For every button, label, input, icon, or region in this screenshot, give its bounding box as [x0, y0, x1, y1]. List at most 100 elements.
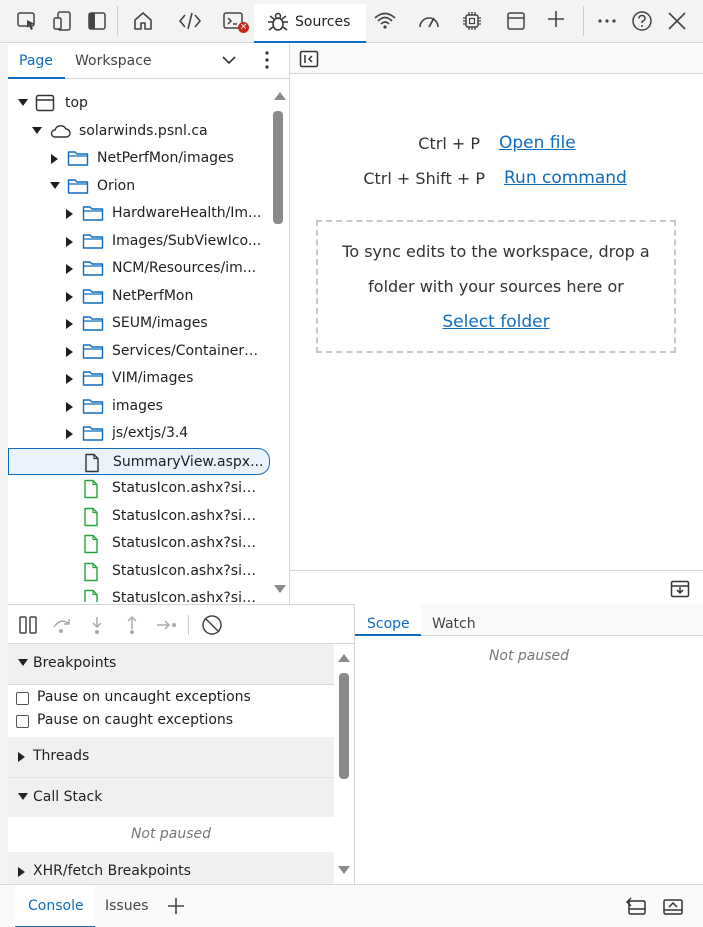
collapsed-arrow-icon[interactable]: [66, 209, 73, 219]
checkbox-label: Pause on caught exceptions: [37, 712, 234, 728]
tab-console[interactable]: Console: [15, 885, 95, 927]
tree-file[interactable]: StatusIcon.ashx?size...: [8, 530, 270, 557]
close-icon[interactable]: [664, 8, 690, 34]
call-stack-status: Not paused: [130, 826, 212, 842]
collapsed-arrow-icon[interactable]: [66, 264, 73, 274]
pause-icon[interactable]: [16, 613, 40, 637]
tree-node[interactable]: images: [8, 393, 270, 420]
collapsed-arrow-icon[interactable]: [66, 236, 73, 247]
tree-file[interactable]: SummaryView.aspx...: [8, 447, 270, 475]
tree-file[interactable]: StatusIcon.ashx?size...: [8, 475, 270, 502]
tree-node[interactable]: solarwinds.psnl.ca: [8, 118, 270, 145]
tree-file[interactable]: StatusIcon.ashx?size...: [8, 558, 270, 585]
tree-file[interactable]: StatusIcon.ashx?size...: [8, 585, 270, 602]
breakpoints-section-header[interactable]: Breakpoints: [8, 644, 334, 684]
xhr-breakpoints-title: XHR/fetch Breakpoints: [33, 863, 191, 879]
tree-node[interactable]: NCM/Resources/im...: [8, 255, 270, 282]
navigator-tabbar: Page Workspace: [8, 44, 289, 79]
more-vertical-icon[interactable]: [258, 50, 276, 70]
home-icon[interactable]: [130, 8, 156, 34]
tree-node[interactable]: top: [8, 90, 270, 117]
add-drawer-tab-icon[interactable]: [166, 896, 186, 916]
network-icon[interactable]: [372, 8, 398, 34]
scroll-down-icon[interactable]: [274, 585, 286, 593]
tree-node[interactable]: VIM/images: [8, 365, 270, 392]
call-stack-section-header[interactable]: Call Stack: [8, 777, 334, 817]
tree-scrollbar[interactable]: [270, 80, 288, 602]
tree-node[interactable]: NetPerfMon/images: [8, 145, 270, 172]
scroll-thumb[interactable]: [273, 111, 283, 224]
workspace-drop-zone[interactable]: To sync edits to the workspace, drop a f…: [316, 220, 676, 353]
run-command-link[interactable]: Run command: [504, 168, 627, 188]
folder-icon: [82, 397, 104, 415]
application-icon[interactable]: [503, 8, 529, 34]
pause-caught-checkbox[interactable]: Pause on caught exceptions: [8, 710, 334, 733]
collapsed-arrow-icon[interactable]: [66, 346, 73, 357]
tab-sources[interactable]: Sources: [254, 4, 366, 43]
collapsed-arrow-icon[interactable]: [66, 374, 73, 384]
tree-node-label: js/extjs/3.4: [112, 425, 189, 441]
inspect-element-icon[interactable]: [14, 8, 40, 34]
step-icon[interactable]: [155, 613, 179, 637]
tree-node[interactable]: Orion: [8, 173, 270, 200]
expanded-arrow-icon[interactable]: [50, 181, 60, 189]
elements-icon[interactable]: [177, 8, 203, 34]
scroll-up-icon[interactable]: [338, 654, 350, 662]
close-drawer-icon[interactable]: [662, 897, 684, 917]
scroll-down-icon[interactable]: [338, 866, 350, 874]
show-navigator-icon[interactable]: [299, 50, 319, 68]
debugger-scrollbar[interactable]: [334, 645, 354, 884]
collapsed-arrow-icon[interactable]: [66, 401, 73, 412]
tree-node[interactable]: Services/Containers...: [8, 338, 270, 365]
toggle-debugger-icon[interactable]: [670, 580, 690, 598]
folder-icon: [82, 342, 104, 360]
file-green-icon: [82, 479, 100, 499]
performance-icon[interactable]: [416, 8, 442, 34]
tree-node[interactable]: js/extjs/3.4: [8, 420, 270, 447]
threads-section-header[interactable]: Threads: [8, 737, 334, 777]
toggle-sidebar-icon[interactable]: [84, 8, 110, 34]
dock-drawer-icon[interactable]: [625, 897, 647, 917]
open-file-link[interactable]: Open file: [499, 133, 576, 153]
device-emulation-icon[interactable]: [50, 8, 76, 34]
editor-pane: Ctrl + P Open file Ctrl + Shift + P Run …: [289, 44, 703, 604]
add-tab-icon[interactable]: [543, 6, 569, 32]
scroll-thumb[interactable]: [339, 673, 349, 779]
more-icon[interactable]: [594, 8, 620, 34]
tab-scope[interactable]: Scope: [355, 604, 421, 636]
tree-node[interactable]: Images/SubViewIco...: [8, 228, 270, 255]
step-out-icon[interactable]: [120, 613, 144, 637]
editor-toolbar: [290, 44, 703, 74]
tree-node[interactable]: NetPerfMon: [8, 283, 270, 310]
expanded-arrow-icon[interactable]: [32, 126, 42, 134]
folder-icon: [82, 369, 104, 387]
checkbox-box[interactable]: [16, 715, 29, 728]
tree-node[interactable]: SEUM/images: [8, 310, 270, 337]
help-icon[interactable]: [629, 8, 655, 34]
chevron-down-icon[interactable]: [221, 52, 237, 68]
memory-icon[interactable]: [459, 8, 485, 34]
tab-page[interactable]: Page: [8, 44, 65, 79]
folder-icon: [82, 259, 104, 277]
checkbox-box[interactable]: [16, 692, 29, 705]
tree-node[interactable]: HardwareHealth/Im...: [8, 200, 270, 227]
pause-uncaught-checkbox[interactable]: Pause on uncaught exceptions: [8, 687, 334, 710]
tab-issues[interactable]: Issues: [95, 885, 157, 927]
xhr-breakpoints-section-header[interactable]: XHR/fetch Breakpoints: [8, 852, 334, 884]
collapsed-arrow-icon[interactable]: [66, 429, 73, 439]
frame-icon: [35, 94, 55, 112]
expanded-arrow-icon[interactable]: [18, 99, 28, 106]
collapsed-arrow-icon[interactable]: [51, 154, 58, 164]
deactivate-breakpoints-icon[interactable]: [200, 613, 224, 637]
collapsed-arrow-icon[interactable]: [66, 319, 73, 329]
collapsed-arrow-icon[interactable]: [66, 291, 73, 302]
step-into-icon[interactable]: [85, 613, 109, 637]
scroll-up-icon[interactable]: [274, 92, 286, 100]
step-over-icon[interactable]: [50, 613, 74, 637]
console-icon[interactable]: ×: [221, 8, 249, 34]
tab-watch[interactable]: Watch: [421, 604, 483, 636]
tab-workspace[interactable]: Workspace: [65, 44, 161, 79]
select-folder-link[interactable]: Select folder: [318, 312, 674, 332]
tree-node-label: StatusIcon.ashx?size...: [112, 480, 263, 496]
tree-file[interactable]: StatusIcon.ashx?size...: [8, 503, 270, 530]
